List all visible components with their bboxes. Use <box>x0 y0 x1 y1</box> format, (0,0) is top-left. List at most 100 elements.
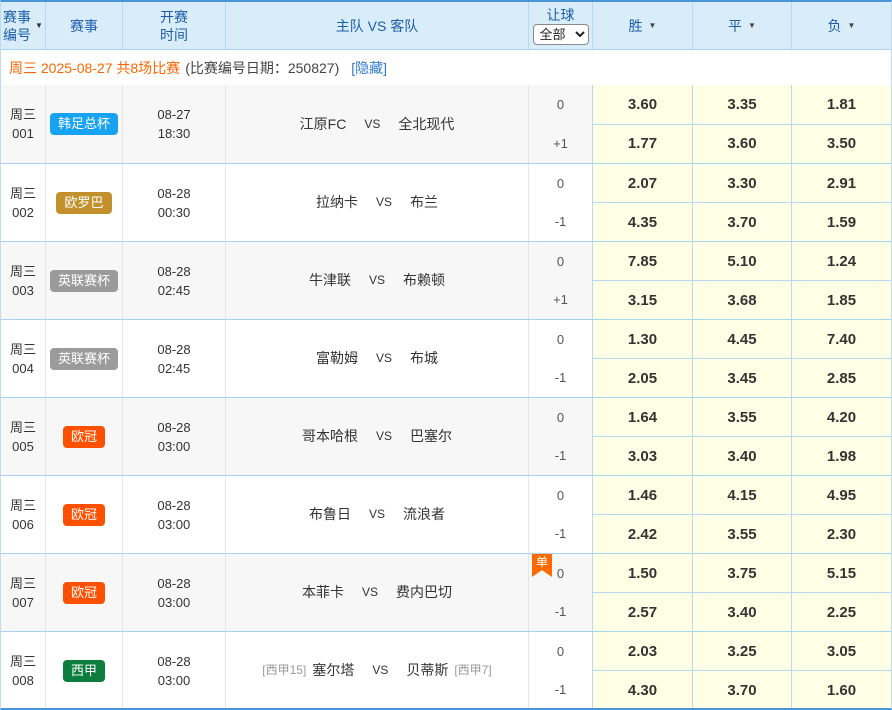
away-rank-label: [西甲7] <box>454 661 491 680</box>
teams-header-label: 主队 VS 客队 <box>336 16 418 36</box>
win-odds[interactable]: 1.77 <box>593 125 693 164</box>
match-row: 周三008西甲08-2803:00[西甲15]塞尔塔VS贝蒂斯[西甲7]0-12… <box>1 631 891 709</box>
col-header-teams: 主队 VS 客队 <box>226 2 529 49</box>
win-odds[interactable]: 2.03 <box>593 632 693 670</box>
vs-label: VS <box>362 583 378 602</box>
lose-odds[interactable]: 2.91 <box>792 164 891 202</box>
win-odds[interactable]: 2.57 <box>593 593 693 631</box>
draw-odds[interactable]: 3.55 <box>693 515 792 553</box>
col-header-draw[interactable]: 平 ▼ <box>693 2 792 49</box>
lose-odds[interactable]: 1.60 <box>792 671 891 709</box>
home-team-name: 富勒姆 <box>316 349 358 368</box>
lose-odds[interactable]: 4.95 <box>792 476 891 514</box>
match-no: 005 <box>12 437 34 456</box>
lose-odds[interactable]: 2.25 <box>792 593 891 631</box>
handicap-value: -1 <box>529 515 592 554</box>
col-header-lose[interactable]: 负 ▼ <box>792 2 891 49</box>
win-odds[interactable]: 2.05 <box>593 359 693 397</box>
win-odds[interactable]: 4.30 <box>593 671 693 709</box>
win-odds[interactable]: 1.46 <box>593 476 693 514</box>
lose-odds[interactable]: 1.24 <box>792 242 891 280</box>
draw-odds[interactable]: 3.45 <box>693 359 792 397</box>
win-odds[interactable]: 1.64 <box>593 398 693 436</box>
lose-odds[interactable]: 1.85 <box>792 281 891 319</box>
lose-odds[interactable]: 2.85 <box>792 359 891 397</box>
win-odds[interactable]: 1.50 <box>593 554 693 592</box>
lose-header-label: 负 <box>828 16 842 36</box>
odds-line: 1.503.755.15 <box>593 554 891 593</box>
hide-link[interactable]: [隐藏] <box>351 58 387 78</box>
draw-odds[interactable]: 3.35 <box>693 85 792 124</box>
col-header-win[interactable]: 胜 ▼ <box>593 2 693 49</box>
match-no: 003 <box>12 281 34 300</box>
draw-odds[interactable]: 3.30 <box>693 164 792 202</box>
win-odds[interactable]: 3.60 <box>593 85 693 124</box>
draw-odds[interactable]: 4.15 <box>693 476 792 514</box>
draw-odds[interactable]: 3.70 <box>693 203 792 241</box>
win-odds[interactable]: 3.03 <box>593 437 693 475</box>
kickoff-time-cell: 08-2803:00 <box>123 398 226 475</box>
match-row: 周三006欧冠08-2803:00布鲁日VS流浪者0-11.464.154.95… <box>1 475 891 553</box>
handicap-cell: 0+1 <box>529 85 593 163</box>
handicap-value: +1 <box>529 281 592 320</box>
kickoff-time: 03:00 <box>158 671 191 690</box>
kickoff-date: 08-28 <box>157 340 190 359</box>
lose-odds[interactable]: 5.15 <box>792 554 891 592</box>
kickoff-time-cell: 08-2803:00 <box>123 476 226 553</box>
draw-odds[interactable]: 4.45 <box>693 320 792 358</box>
match-no: 001 <box>12 124 34 143</box>
draw-odds[interactable]: 5.10 <box>693 242 792 280</box>
handicap-value: +1 <box>529 124 592 163</box>
win-odds[interactable]: 1.30 <box>593 320 693 358</box>
league-cell: 欧冠 <box>46 554 123 631</box>
lose-odds[interactable]: 4.20 <box>792 398 891 436</box>
match-no-header-line2: 编号 <box>3 26 31 44</box>
away-team-name: 布城 <box>410 349 438 368</box>
col-header-match-no[interactable]: 赛事 编号 ▼ <box>1 2 46 49</box>
match-number-cell: 周三001 <box>1 85 46 163</box>
match-day: 周三 <box>10 184 36 203</box>
win-odds[interactable]: 3.15 <box>593 281 693 319</box>
league-cell: 西甲 <box>46 632 123 709</box>
lose-odds[interactable]: 1.81 <box>792 85 891 124</box>
kickoff-time: 03:00 <box>158 515 191 534</box>
match-list: 周三001韩足总杯08-2718:30江原FCVS全北现代0+13.603.35… <box>1 85 891 709</box>
win-odds[interactable]: 2.42 <box>593 515 693 553</box>
draw-odds[interactable]: 3.55 <box>693 398 792 436</box>
odds-line: 2.053.452.85 <box>593 359 891 397</box>
win-odds[interactable]: 7.85 <box>593 242 693 280</box>
draw-odds[interactable]: 3.70 <box>693 671 792 709</box>
lose-odds[interactable]: 3.05 <box>792 632 891 670</box>
kickoff-time-cell: 08-2800:30 <box>123 164 226 241</box>
handicap-cell: 0-1 <box>529 320 593 397</box>
league-badge: 英联赛杯 <box>50 270 118 292</box>
win-odds[interactable]: 4.35 <box>593 203 693 241</box>
win-odds[interactable]: 2.07 <box>593 164 693 202</box>
handicap-cell: 0单-1 <box>529 554 593 631</box>
kickoff-date: 08-28 <box>157 418 190 437</box>
draw-odds[interactable]: 3.60 <box>693 125 792 164</box>
lose-odds[interactable]: 1.59 <box>792 203 891 241</box>
lose-odds[interactable]: 7.40 <box>792 320 891 358</box>
handicap-filter-select[interactable]: 全部 <box>533 24 589 45</box>
home-team-name: 牛津联 <box>309 271 351 290</box>
date-summary-text: 周三 2025-08-27 共8场比赛 <box>9 58 180 78</box>
match-no: 002 <box>12 203 34 222</box>
home-team-name: 江原FC <box>300 115 347 134</box>
draw-odds[interactable]: 3.25 <box>693 632 792 670</box>
draw-odds[interactable]: 3.40 <box>693 437 792 475</box>
lose-odds[interactable]: 2.30 <box>792 515 891 553</box>
odds-line: 3.603.351.81 <box>593 85 891 125</box>
handicap-value: -1 <box>529 203 592 242</box>
kickoff-date: 08-28 <box>157 574 190 593</box>
away-team-name: 布兰 <box>410 193 438 212</box>
home-team-name: 布鲁日 <box>309 505 351 524</box>
kickoff-date: 08-27 <box>157 105 190 124</box>
draw-odds[interactable]: 3.68 <box>693 281 792 319</box>
match-no-header-line1: 赛事 <box>3 8 31 26</box>
kickoff-time-cell: 08-2718:30 <box>123 85 226 163</box>
draw-odds[interactable]: 3.75 <box>693 554 792 592</box>
lose-odds[interactable]: 1.98 <box>792 437 891 475</box>
lose-odds[interactable]: 3.50 <box>792 125 891 164</box>
draw-odds[interactable]: 3.40 <box>693 593 792 631</box>
